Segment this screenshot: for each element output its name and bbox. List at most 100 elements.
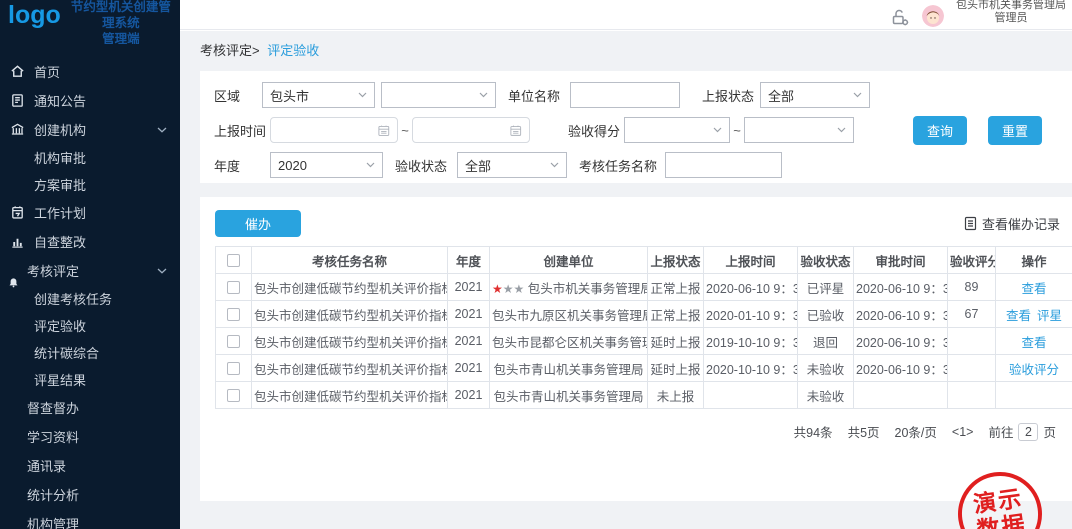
sidebar-item-5[interactable]: 工作计划	[0, 198, 180, 227]
chevron-down-icon	[837, 127, 846, 133]
year-cell: 2021	[448, 274, 490, 301]
report-time-to-input[interactable]	[420, 118, 510, 142]
action-cell	[996, 382, 1072, 409]
year-cell: 2021	[448, 301, 490, 328]
sidebar-item-14[interactable]: 通讯录	[0, 451, 180, 480]
sidebar-item-13[interactable]: 学习资料	[0, 422, 180, 451]
filter-row-1: 区域 包头市 单位名称 上报状态 全部	[214, 80, 1072, 110]
sidebar-item-11[interactable]: 评星结果	[0, 366, 180, 393]
sidebar-item-label: 通讯录	[27, 456, 66, 475]
unit-name-label: 单位名称	[508, 86, 570, 105]
sidebar-item-2[interactable]: 创建机构	[0, 115, 180, 144]
sidebar-item-label: 创建机构	[34, 120, 86, 139]
demo-data-stamp: 演示 数据	[953, 467, 1048, 529]
tilde: ~	[730, 123, 744, 138]
row-checkbox[interactable]	[227, 389, 240, 402]
breadcrumb-current: 评定验收	[267, 43, 319, 58]
select-all-checkbox[interactable]	[227, 254, 240, 267]
report-status-cell: 延时上报	[648, 355, 704, 382]
sidebar-item-6[interactable]: 自查整改	[0, 227, 180, 256]
query-button[interactable]: 查询	[913, 116, 967, 145]
row-checkbox[interactable]	[227, 308, 240, 321]
action-link[interactable]: 验收评分	[1009, 363, 1059, 377]
sidebar-item-12[interactable]: 督查督办	[0, 393, 180, 422]
row-checkbox-cell	[216, 274, 252, 301]
main-content: 考核评定> 评定验收 区域 包头市 单位名称 上报状态 全部	[180, 31, 1072, 529]
pagination-pager[interactable]: <1>	[952, 425, 974, 439]
table-row: 包头市创建低碳节约型机关评价指标2021包头市九原区机关事务管理局正常上报202…	[216, 301, 1072, 328]
column-header-2: 年度	[448, 247, 490, 274]
audit-time-cell: 2020-06-10 9：30	[854, 355, 948, 382]
year-cell: 2021	[448, 355, 490, 382]
table-panel: 催办 查看催办记录 考核任务名称年度创建单位上报状态上报时间验收状态审批时间验收…	[200, 197, 1072, 501]
report-time-from[interactable]	[270, 117, 398, 143]
sidebar-item-8[interactable]: 创建考核任务	[0, 285, 180, 312]
sidebar-item-9[interactable]: 评定验收	[0, 312, 180, 339]
report-status-select[interactable]: 全部	[760, 82, 870, 108]
score-label: 验收得分	[568, 121, 624, 140]
view-urge-records-link[interactable]: 查看催办记录	[963, 214, 1060, 233]
reset-button[interactable]: 重置	[988, 116, 1042, 145]
user-role: 管理员	[956, 12, 1066, 25]
chevron-down-icon	[358, 92, 367, 98]
task-name-input[interactable]	[673, 153, 774, 177]
action-link[interactable]: 查看	[1021, 336, 1046, 350]
breadcrumb-parent[interactable]: 考核评定>	[200, 43, 260, 58]
sidebar-item-4[interactable]: 方案审批	[0, 171, 180, 198]
region2-select[interactable]	[381, 82, 496, 108]
pagination-total: 共94条	[794, 422, 833, 441]
year-select-value: 2020	[278, 158, 307, 173]
score-to-select[interactable]	[744, 117, 854, 143]
table-row: 包头市创建低碳节约型机关评价指标2021包头市青山机关事务管理局延时上报2020…	[216, 355, 1072, 382]
urge-button[interactable]: 催办	[215, 210, 301, 237]
sidebar-item-label: 统计碳综合	[34, 343, 99, 362]
sidebar-item-label: 方案审批	[34, 175, 86, 194]
assessment-table: 考核任务名称年度创建单位上报状态上报时间验收状态审批时间验收评分操作 包头市创建…	[215, 246, 1072, 409]
action-link[interactable]: 查看	[1006, 309, 1031, 323]
sidebar-item-label: 创建考核任务	[34, 289, 112, 308]
action-link[interactable]: 查看	[1021, 282, 1046, 296]
sidebar-item-label: 评星结果	[34, 370, 86, 389]
report-status-cell: 延时上报	[648, 328, 704, 355]
score-from-select[interactable]	[624, 117, 730, 143]
app-title: 节约型机关创建管理系统 管理端	[66, 0, 176, 44]
table-row: 包头市创建低碳节约型机关评价指标2021★★★ 包头市机关事务管理局正常上报20…	[216, 274, 1072, 301]
year-select[interactable]: 2020	[270, 152, 383, 178]
sidebar-item-1[interactable]: 通知公告	[0, 86, 180, 115]
breadcrumb: 考核评定> 评定验收	[180, 31, 1072, 71]
report-time-cell: 2020-10-10 9：30	[704, 355, 798, 382]
row-checkbox[interactable]	[227, 362, 240, 375]
pagination-per-page[interactable]: 20条/页	[895, 422, 937, 441]
column-header-8: 验收评分	[948, 247, 996, 274]
org-icon	[10, 122, 25, 137]
chevron-down-icon	[479, 92, 488, 98]
sidebar-item-10[interactable]: 统计碳综合	[0, 339, 180, 366]
column-header-6: 验收状态	[798, 247, 854, 274]
sidebar-item-0[interactable]: 首页	[0, 57, 180, 86]
user-avatar[interactable]	[922, 5, 944, 27]
user-info[interactable]: 包头市机关事务管理局 管理员	[956, 0, 1066, 25]
search-panel: 区域 包头市 单位名称 上报状态 全部 上报时间	[200, 71, 1072, 183]
sidebar-item-3[interactable]: 机构审批	[0, 144, 180, 171]
unit-name-input[interactable]	[578, 83, 672, 107]
logo: logo	[8, 2, 61, 28]
sidebar-item-7[interactable]: 考核评定	[0, 256, 180, 285]
accept-status-select[interactable]: 全部	[457, 152, 567, 178]
region-select[interactable]: 包头市	[262, 82, 375, 108]
report-time-from-input[interactable]	[278, 118, 378, 142]
jump-page-input[interactable]: 2	[1018, 423, 1038, 441]
column-header-7: 审批时间	[854, 247, 948, 274]
row-checkbox[interactable]	[227, 281, 240, 294]
row-checkbox[interactable]	[227, 335, 240, 348]
sidebar-item-label: 评定验收	[34, 316, 86, 335]
action-link[interactable]: 评星	[1037, 309, 1062, 323]
sidebar-item-16[interactable]: 机构管理	[0, 509, 180, 529]
sidebar-item-15[interactable]: 统计分析	[0, 480, 180, 509]
sidebar-item-label: 首页	[34, 62, 60, 81]
sidebar-item-label: 机构管理	[27, 514, 79, 529]
lock-gear-icon[interactable]	[890, 7, 910, 27]
document-icon	[963, 216, 978, 231]
tilde: ~	[398, 123, 412, 138]
topbar-right: 包头市机关事务管理局 管理员	[890, 0, 1066, 30]
report-time-to[interactable]	[412, 117, 530, 143]
